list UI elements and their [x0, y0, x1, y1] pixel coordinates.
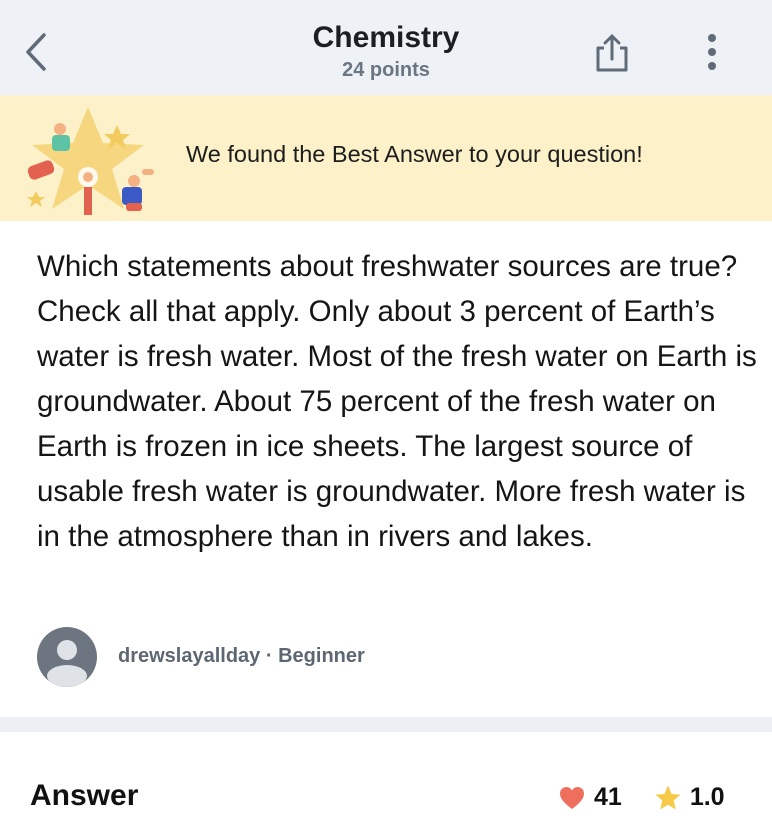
subject-title: Chemistry: [312, 21, 460, 54]
author-line: drewslayallday · Beginner: [118, 645, 365, 668]
question-text: Which statements about freshwater source…: [37, 250, 757, 553]
avatar[interactable]: [37, 627, 97, 687]
more-options-button[interactable]: [700, 32, 724, 74]
points-label: 24 points: [342, 59, 430, 81]
top-bar: Chemistry 24 points: [0, 0, 772, 95]
answer-stats: 41 1.0: [558, 783, 725, 812]
best-answer-message: We found the Best Answer to your questio…: [186, 141, 643, 167]
author-rank: Beginner: [278, 645, 365, 667]
author-separator: ·: [265, 645, 273, 667]
star-with-people-illustration: [27, 107, 154, 215]
best-answer-banner: We found the Best Answer to your questio…: [0, 95, 772, 221]
star-icon: [655, 785, 681, 809]
heart-icon: [560, 786, 584, 809]
section-divider: [0, 717, 772, 732]
answer-heading: Answer: [30, 779, 139, 812]
rating-stat[interactable]: 1.0: [654, 783, 725, 812]
user-icon: [47, 640, 87, 687]
share-button[interactable]: [592, 32, 632, 74]
rating-value: 1.0: [689, 783, 725, 811]
likes-stat[interactable]: 41: [558, 783, 622, 812]
share-icon: [596, 34, 628, 72]
likes-count: 41: [594, 783, 622, 811]
author-name[interactable]: drewslayallday: [118, 645, 260, 667]
title-block: Chemistry 24 points: [0, 20, 772, 84]
more-vertical-icon: [708, 34, 716, 70]
